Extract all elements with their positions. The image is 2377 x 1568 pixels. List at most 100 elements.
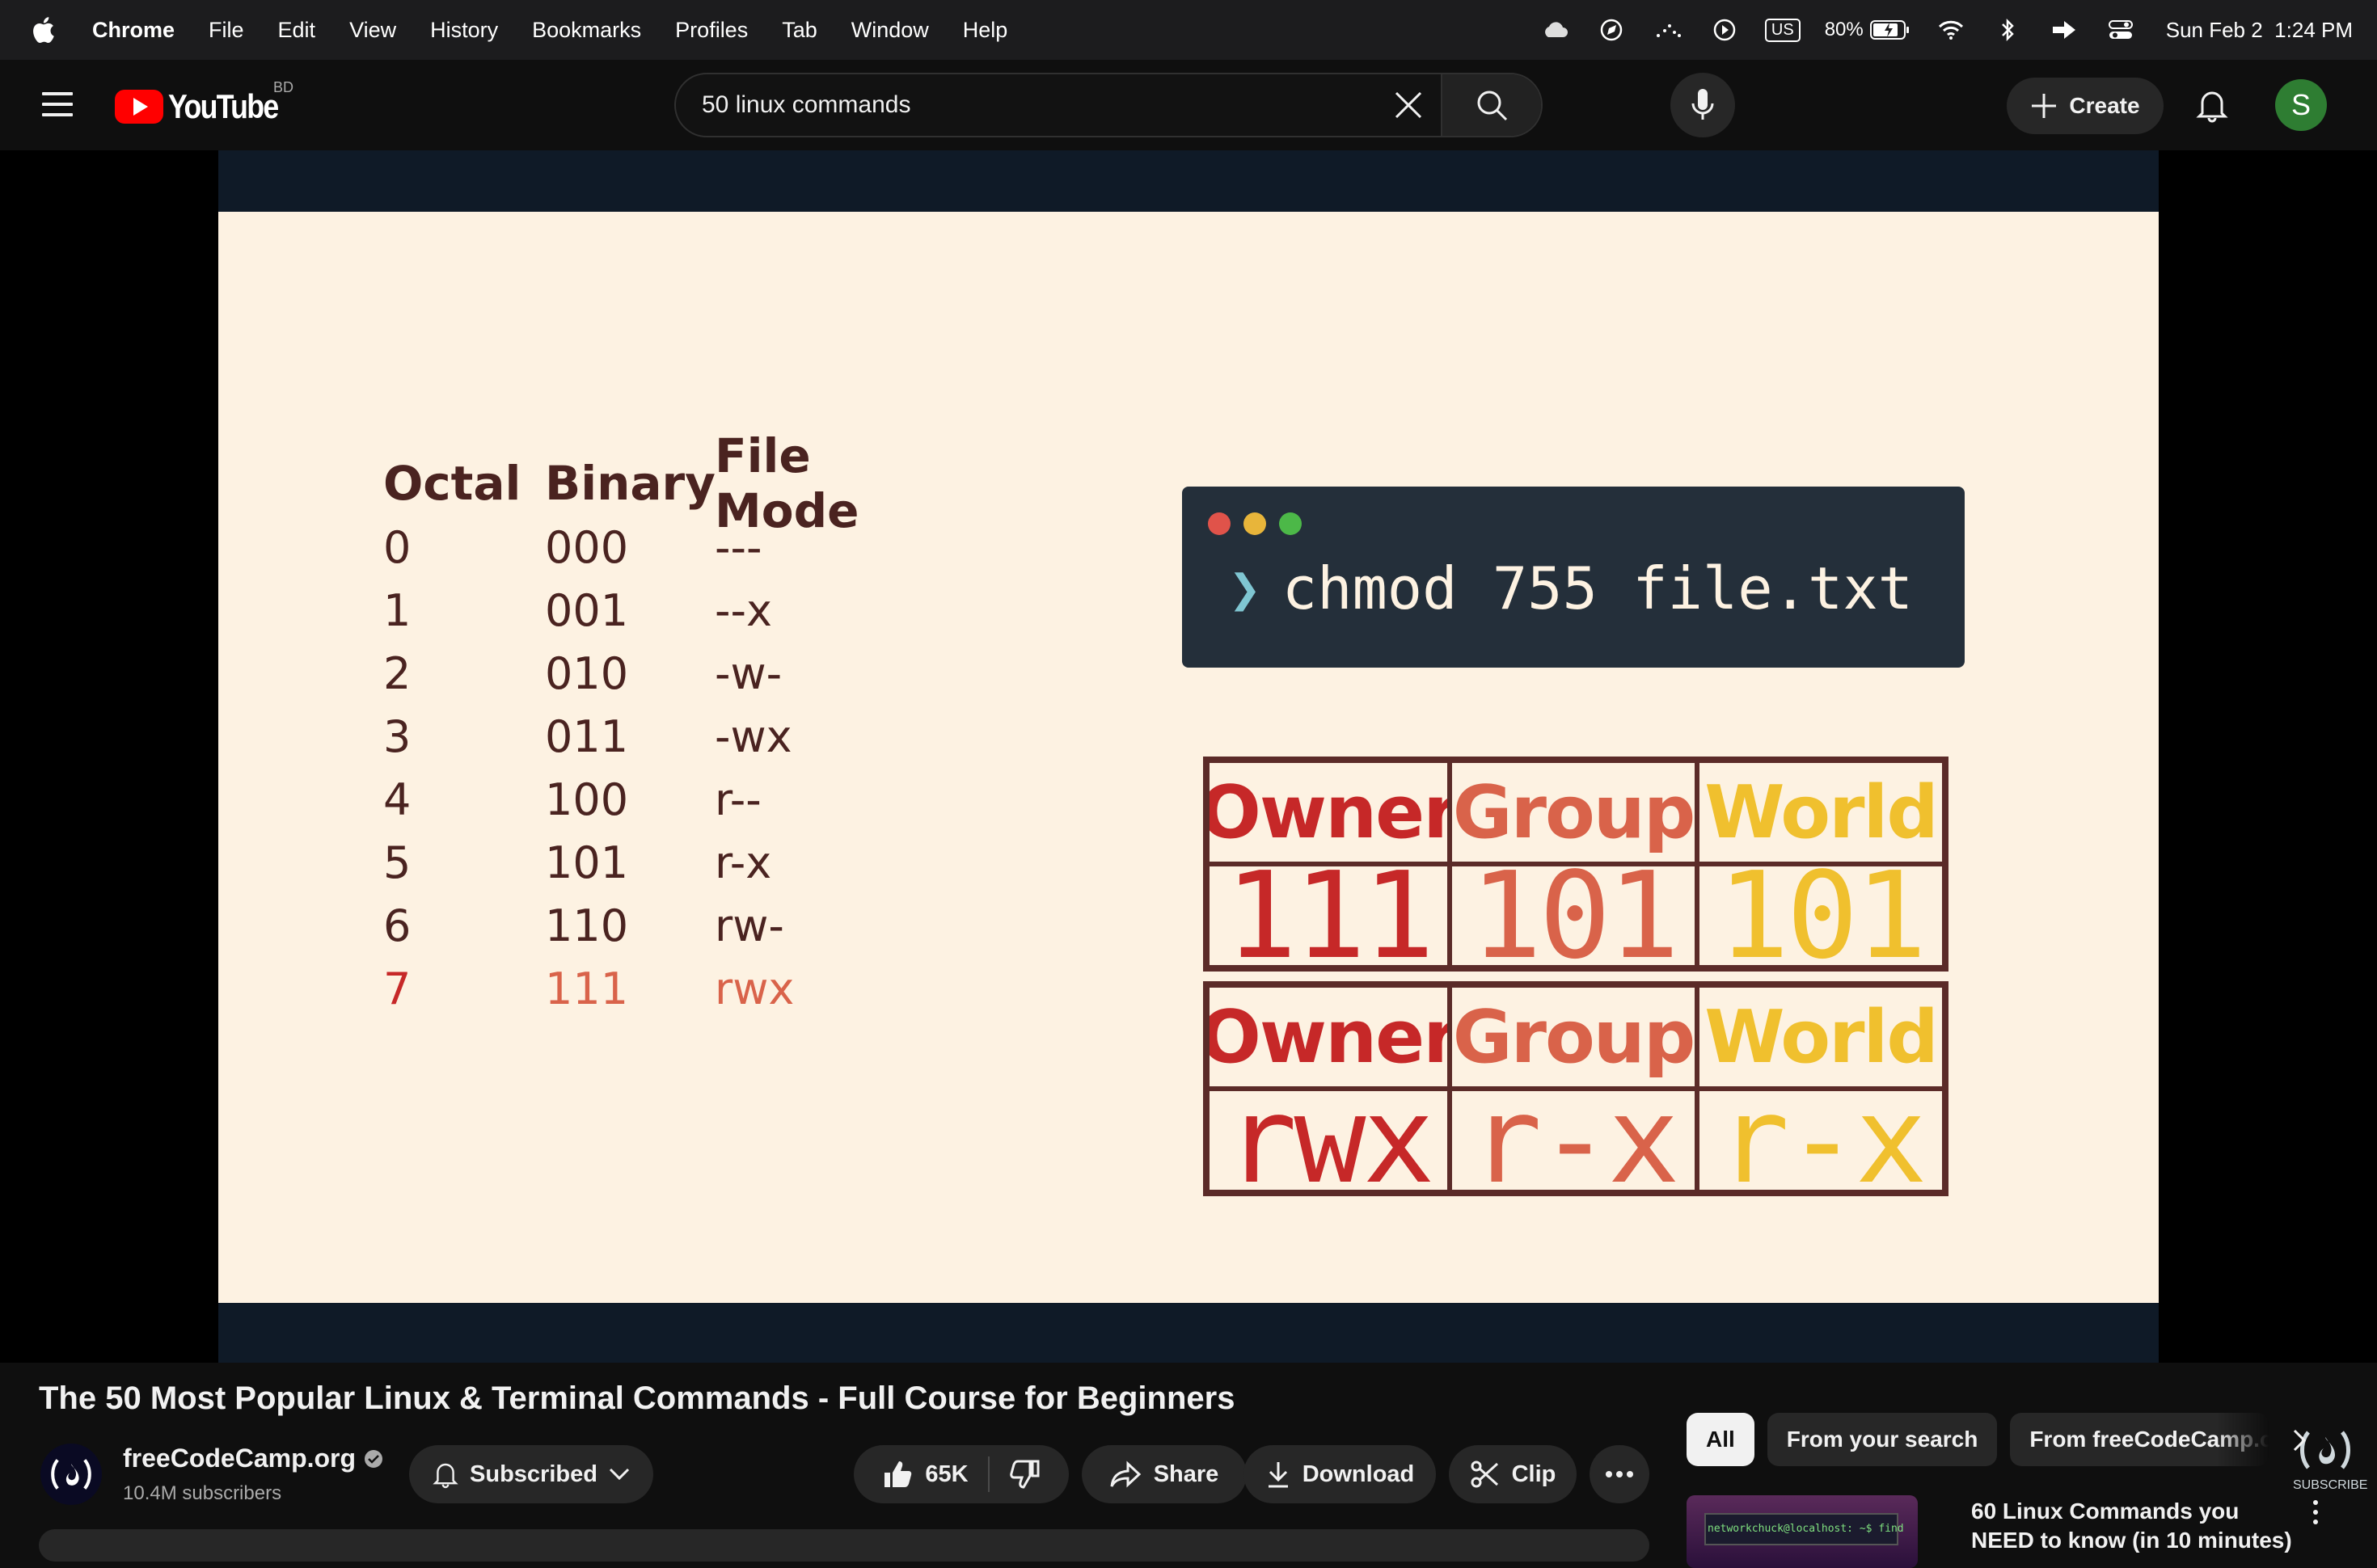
cloud-icon[interactable] [1539,16,1571,44]
menu-window[interactable]: Window [851,18,929,43]
macos-menu-bar: Chrome File Edit View History Bookmarks … [0,0,2377,60]
menu-edit[interactable]: Edit [278,18,316,43]
chip-all[interactable]: All [1687,1413,1754,1466]
video-slide: Octal Binary File Mode 0 000 --- 1 001 --x 2… [218,212,2159,1303]
owner-label: Owner [1207,761,1450,864]
youtube-wordmark: YouTube [168,87,279,125]
download-button[interactable]: Download [1243,1445,1436,1503]
menu-app-chrome[interactable]: Chrome [92,18,175,43]
like-dislike-group: 65K [854,1445,1069,1503]
play-circle-icon[interactable] [1708,16,1741,44]
recommendation-more-icon[interactable] [2307,1500,2324,1532]
watermark-label: SUBSCRIBE [2293,1478,2368,1492]
table-row: 6 110 rw- [383,894,957,957]
voice-search-button[interactable] [1670,73,1735,137]
binary-cell: 101 [545,837,629,888]
menubar-date: Sun Feb 2 [2165,17,2263,42]
channel-name-link[interactable]: freeCodeCamp.org [123,1444,383,1473]
more-horizontal-icon [1606,1471,1633,1477]
menu-profiles[interactable]: Profiles [675,18,748,43]
thumbnail-text: networkchuck@localhost: ~$ find [1708,1523,1904,1535]
header-binary: Binary [545,456,716,511]
mode-cell: r-x [715,837,772,888]
menu-file[interactable]: File [209,18,244,43]
battery-status[interactable]: 80% [1825,19,1910,41]
notifications-bell-icon[interactable] [2189,82,2235,128]
terminal-command-line: ❯ chmod 755 file.txt [1229,554,1913,622]
hamburger-menu-icon[interactable] [42,92,73,118]
mode-cell: r-- [715,773,762,825]
like-divider [987,1456,990,1492]
chip-from-your-search[interactable]: From your search [1767,1413,1998,1466]
thumbs-down-icon[interactable] [1009,1458,1041,1490]
share-button[interactable]: Share [1082,1445,1247,1503]
table-row: 4 100 r-- [383,768,957,831]
group-binary: 101 [1450,864,1697,967]
verified-check-icon [365,1449,383,1468]
chip-from-channel[interactable]: From freeCodeCamp.org [2010,1413,2269,1466]
subscribed-label: Subscribed [470,1461,597,1487]
mode-cell: --- [715,521,762,573]
bluetooth-icon[interactable] [1991,16,2024,44]
arrow-right-icon[interactable] [2048,16,2080,44]
like-count[interactable]: 65K [925,1461,968,1488]
apple-icon[interactable] [31,16,55,44]
owner-mode: rwx [1207,1089,1450,1192]
control-center-icon[interactable] [2105,16,2137,44]
octal-cell: 5 [383,837,412,888]
subscribed-button[interactable]: Subscribed [409,1445,653,1503]
menu-history[interactable]: History [430,18,498,43]
mode-cell: -wx [715,710,792,762]
search-button[interactable] [1441,74,1541,136]
octal-cell: 1 [383,584,412,636]
clip-button[interactable]: Clip [1449,1445,1577,1503]
world-label: World [1697,761,1944,864]
channel-name: freeCodeCamp.org [123,1444,357,1473]
menu-tab[interactable]: Tab [782,18,817,43]
octal-cell: 4 [383,773,412,825]
mode-permission-grid: Owner Group World rwx r-x r-x [1203,981,1948,1196]
description-box[interactable] [39,1529,1649,1562]
share-label: Share [1153,1461,1219,1487]
clear-search-icon[interactable] [1376,74,1441,136]
recommendation-chips: All From your search From freeCodeCamp.o… [1687,1413,2269,1466]
menu-bookmarks[interactable]: Bookmarks [532,18,641,43]
recommendation-title[interactable]: 60 Linux Commands you NEED to know (in 1… [1971,1497,2295,1555]
subscriber-count: 10.4M subscribers [123,1482,282,1504]
bell-icon [433,1463,458,1489]
wifi-icon[interactable] [1935,16,1967,44]
download-icon [1268,1462,1288,1488]
group-label: Group [1450,761,1697,864]
compass-icon[interactable] [1595,16,1628,44]
create-button[interactable]: Create [2007,78,2164,134]
octal-cell: 6 [383,900,412,951]
menubar-clock[interactable]: Sun Feb 2 1:24 PM [2166,18,2353,43]
maximize-dot-icon [1279,512,1302,535]
menu-help[interactable]: Help [963,18,1008,43]
video-player[interactable]: Octal Binary File Mode 0 000 --- 1 001 --x 2… [0,150,2377,1492]
video-title: The 50 Most Popular Linux & Terminal Com… [39,1380,1235,1416]
binary-cell: 010 [545,647,629,699]
world-binary: 101 [1697,864,1944,967]
youtube-play-icon [115,90,163,124]
mode-cell: rw- [715,900,784,951]
chips-next-chevron-icon[interactable] [2282,1421,2317,1460]
account-avatar[interactable]: S [2275,79,2327,131]
table-row: 2 010 -w- [383,642,957,705]
input-source-badge[interactable]: US [1764,18,1801,42]
owner-label: Owner [1207,985,1450,1089]
channel-avatar[interactable] [40,1444,102,1505]
share-arrow-icon [1110,1461,1141,1488]
octal-cell: 7 [383,963,412,1014]
table-row: 0 000 --- [383,516,957,579]
binary-cell: 011 [545,710,629,762]
search-input[interactable]: 50 linux commands [676,91,1376,119]
country-code: BD [273,79,294,95]
more-actions-button[interactable] [1590,1445,1649,1503]
recommendation-thumbnail[interactable]: networkchuck@localhost: ~$ find [1687,1495,1918,1568]
thumbs-up-icon[interactable] [881,1458,914,1490]
youtube-logo[interactable]: YouTube BD [115,79,297,126]
terminal-command: chmod 755 file.txt [1281,554,1914,622]
menu-view[interactable]: View [349,18,396,43]
dots-activity-icon[interactable] [1652,16,1684,44]
